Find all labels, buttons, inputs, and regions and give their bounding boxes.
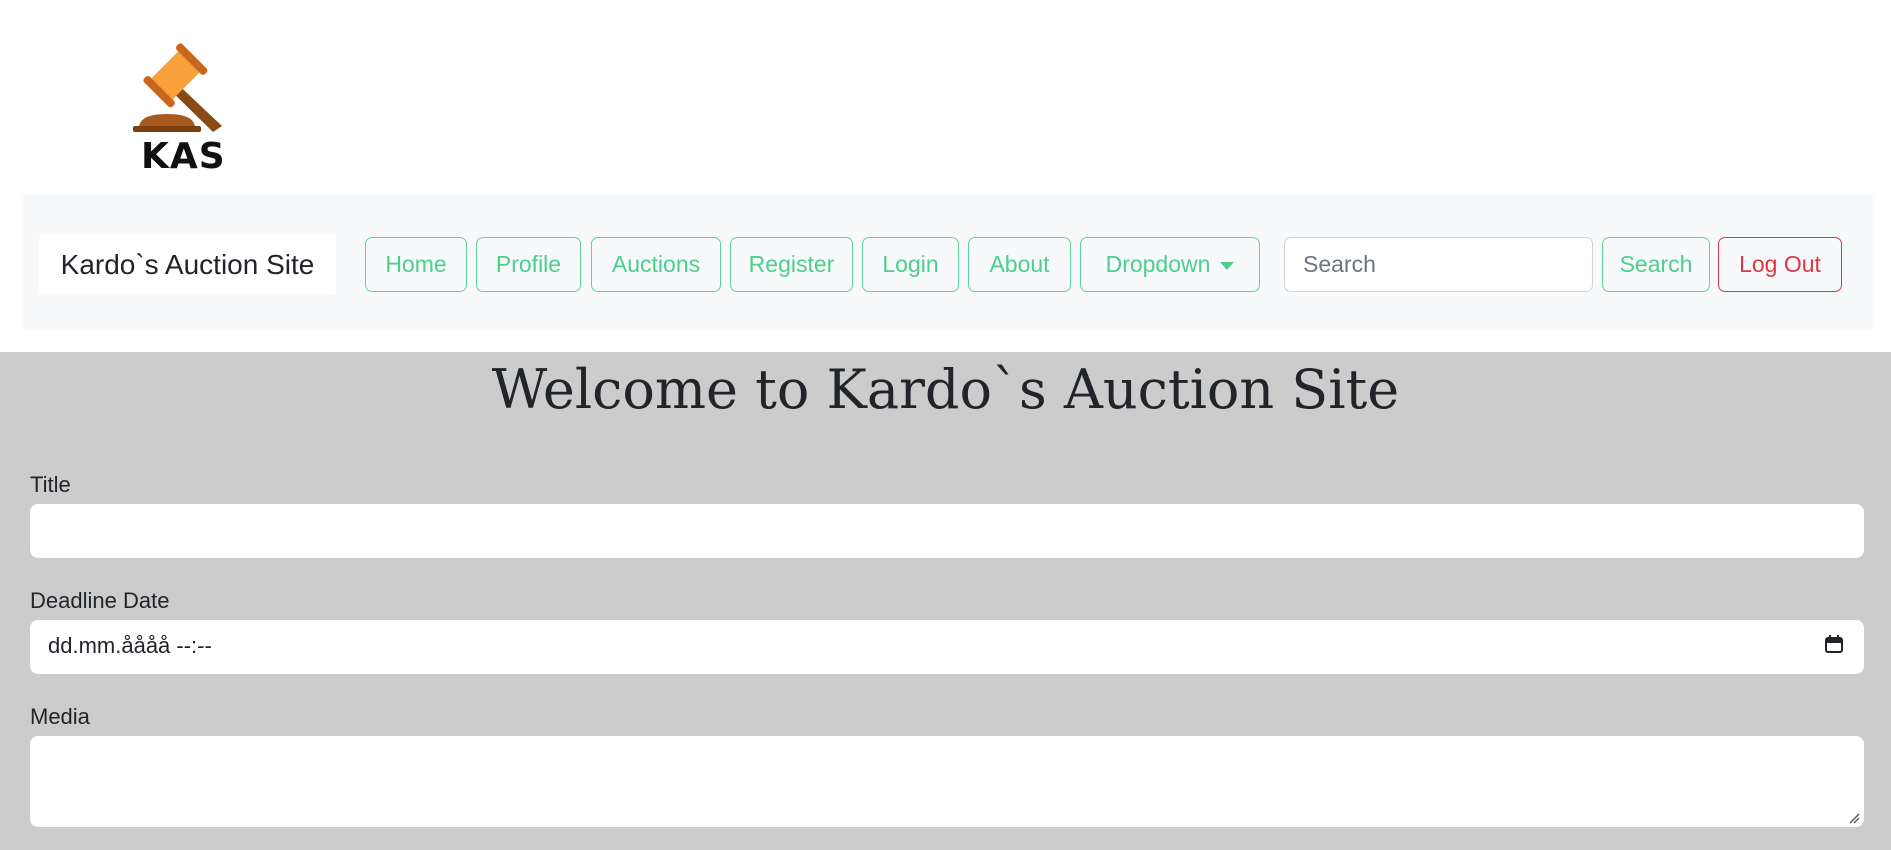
nav-register-button[interactable]: Register [730, 237, 853, 292]
logout-button[interactable]: Log Out [1718, 237, 1842, 292]
search-button[interactable]: Search [1602, 237, 1710, 292]
calendar-icon[interactable] [1824, 634, 1844, 654]
deadline-date-value: dd.mm.åååå --:-- [48, 633, 212, 658]
title-input[interactable] [30, 504, 1864, 558]
nav-login-button[interactable]: Login [862, 237, 959, 292]
search-input[interactable]: Search [1284, 237, 1593, 292]
nav-profile-button[interactable]: Profile [476, 237, 581, 292]
media-textarea[interactable] [30, 736, 1864, 827]
gavel-icon [133, 43, 222, 132]
nav-home-button[interactable]: Home [365, 237, 467, 292]
brand-link[interactable]: Kardo`s Auction Site [39, 234, 336, 295]
dropdown-label: Dropdown [1105, 251, 1211, 277]
title-label: Title [30, 472, 71, 497]
nav-auctions-button[interactable]: Auctions [591, 237, 721, 292]
deadline-label: Deadline Date [30, 588, 170, 613]
main-content: Welcome to Kardo`s Auction Site Title De… [0, 352, 1891, 850]
top-navbar: Kardo`s Auction Site Home Profile Auctio… [23, 194, 1873, 330]
deadline-date-input[interactable]: dd.mm.åååå --:-- [30, 620, 1864, 674]
site-logo: KAS [129, 34, 229, 179]
page-title: Welcome to Kardo`s Auction Site [491, 358, 1400, 421]
nav-about-button[interactable]: About [968, 237, 1071, 292]
caret-down-icon [1220, 261, 1235, 270]
media-label: Media [30, 704, 90, 729]
nav-dropdown-button[interactable]: Dropdown [1080, 237, 1260, 292]
logo-text: KAS [141, 136, 226, 177]
resize-handle-icon[interactable] [1848, 812, 1860, 824]
